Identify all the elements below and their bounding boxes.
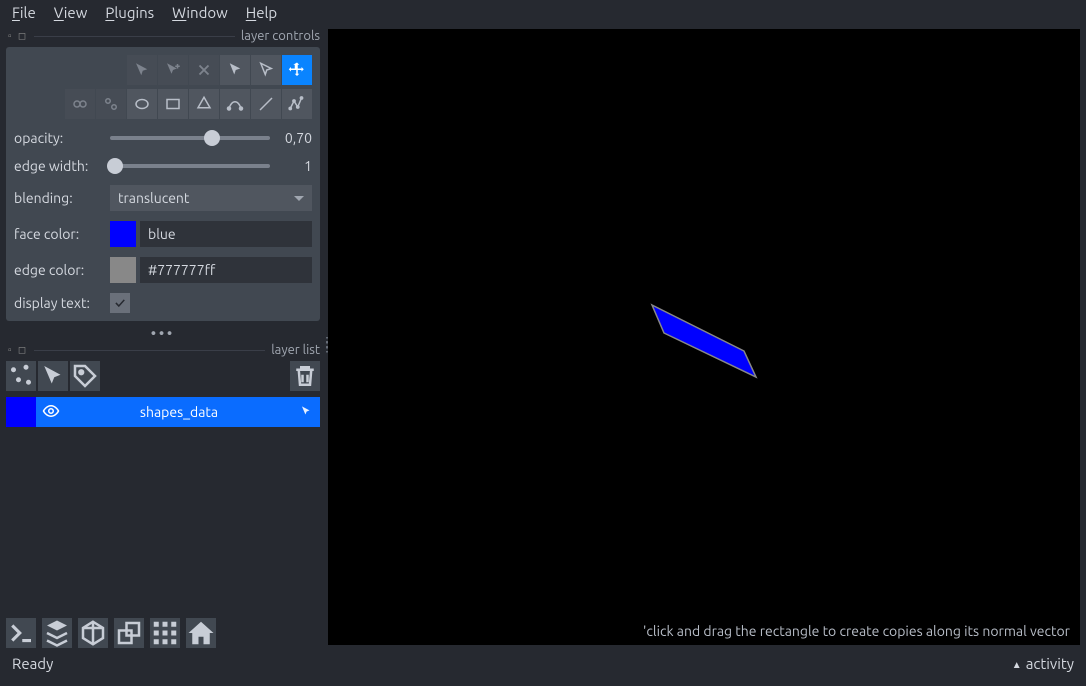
grid-icon[interactable] xyxy=(150,618,180,648)
tool-ellipse-icon[interactable] xyxy=(127,89,157,119)
layer-list-item[interactable]: shapes_data xyxy=(6,397,320,427)
new-points-layer-icon[interactable] xyxy=(6,361,36,391)
layer-color-swatch xyxy=(6,397,36,427)
viewport-hint-text: 'click and drag the rectangle to create … xyxy=(643,623,1070,639)
panel-title: layer list xyxy=(271,343,320,357)
console-icon[interactable] xyxy=(6,618,36,648)
roll-dims-icon[interactable] xyxy=(78,618,108,648)
home-icon[interactable] xyxy=(186,618,216,648)
edge-width-label: edge width: xyxy=(14,158,102,174)
shape-rectangle[interactable] xyxy=(644,297,764,387)
menu-window[interactable]: Window xyxy=(172,4,228,21)
display-text-label: display text: xyxy=(14,295,102,311)
tool-polyline-icon[interactable] xyxy=(282,89,312,119)
tool-rectangle-icon[interactable] xyxy=(158,89,188,119)
opacity-label: opacity: xyxy=(14,130,102,146)
layer-controls-panel: opacity: 0,70 edge width: 1 blending: t xyxy=(6,47,320,321)
tool-link-icon[interactable] xyxy=(65,89,95,119)
status-bar: Ready ▲activity xyxy=(0,649,1086,678)
edge-width-value: 1 xyxy=(278,158,312,174)
layer-type-icon xyxy=(292,404,320,421)
activity-toggle[interactable]: ▲activity xyxy=(1012,655,1074,672)
new-shapes-layer-icon[interactable] xyxy=(38,361,68,391)
panel-float-icons[interactable]: ▫ ◻ xyxy=(8,344,28,356)
canvas-viewport[interactable]: 'click and drag the rectangle to create … xyxy=(328,29,1080,645)
layer-name-label: shapes_data xyxy=(66,404,292,420)
menu-plugins[interactable]: Plugins xyxy=(105,4,154,21)
panel-float-icons[interactable]: ▫ ◻ xyxy=(8,30,28,42)
status-ready: Ready xyxy=(12,655,53,672)
edge-color-label: edge color: xyxy=(14,262,102,278)
panel-grip-icon[interactable]: ••• xyxy=(6,325,320,341)
menu-view[interactable]: View xyxy=(54,4,88,21)
tool-move-icon[interactable] xyxy=(282,55,312,85)
edge-width-slider[interactable] xyxy=(110,157,270,175)
face-color-input[interactable]: blue xyxy=(140,221,312,247)
menu-help[interactable]: Help xyxy=(246,4,277,21)
viewer-buttons xyxy=(6,618,216,648)
new-labels-layer-icon[interactable] xyxy=(70,361,100,391)
panel-header-layer-controls: ▫ ◻ layer controls xyxy=(6,29,320,43)
edge-color-input[interactable]: #777777ff xyxy=(140,257,312,283)
tool-select-add-icon[interactable] xyxy=(158,55,188,85)
tool-lasso-icon[interactable] xyxy=(251,55,281,85)
panel-header-layer-list: ▫ ◻ layer list xyxy=(6,343,320,357)
panel-title: layer controls xyxy=(241,29,320,43)
tool-line-icon[interactable] xyxy=(251,89,281,119)
sidebar: ▫ ◻ layer controls xyxy=(0,27,326,649)
display-text-checkbox[interactable]: ✓ xyxy=(110,293,130,313)
visibility-icon[interactable] xyxy=(36,402,66,423)
blending-label: blending: xyxy=(14,190,102,206)
blending-select[interactable]: translucent xyxy=(110,185,312,211)
transpose-dims-icon[interactable] xyxy=(114,618,144,648)
opacity-slider[interactable] xyxy=(110,129,270,147)
tool-direct-select-icon[interactable] xyxy=(220,55,250,85)
tool-select-arrow-icon[interactable] xyxy=(127,55,157,85)
tool-select-remove-icon[interactable] xyxy=(189,55,219,85)
edge-color-swatch[interactable] xyxy=(110,257,136,283)
face-color-label: face color: xyxy=(14,226,102,242)
tool-unlink-icon[interactable] xyxy=(96,89,126,119)
face-color-swatch[interactable] xyxy=(110,221,136,247)
tool-path-icon[interactable] xyxy=(220,89,250,119)
opacity-value: 0,70 xyxy=(278,130,312,146)
tool-polygon-icon[interactable] xyxy=(189,89,219,119)
ndisplay-icon[interactable] xyxy=(42,618,72,648)
menu-file[interactable]: File xyxy=(12,4,36,21)
delete-layer-icon[interactable] xyxy=(290,361,320,391)
menubar: File View Plugins Window Help xyxy=(0,0,1086,27)
